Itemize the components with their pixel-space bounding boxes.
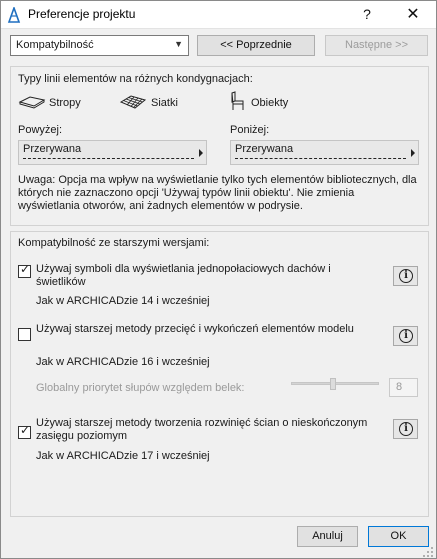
category-label-meshes: Siatki: [151, 97, 178, 109]
info-button[interactable]: i: [393, 419, 418, 439]
column-priority-slider-thumb[interactable]: [330, 378, 336, 390]
mesh-icon: [119, 95, 147, 109]
checkmark-icon: ✓: [20, 262, 31, 276]
triangle-right-icon: [411, 149, 415, 157]
below-line-type-select[interactable]: Przerywana: [230, 140, 419, 165]
above-line-type-value: Przerywana: [23, 143, 82, 155]
ok-button[interactable]: OK: [368, 526, 429, 547]
slab-icon: [18, 96, 46, 109]
window-title: Preferencje projektu: [28, 7, 136, 21]
below-line-type-value: Przerywana: [235, 143, 294, 155]
legacy-elevations-checkbox[interactable]: ✓: [18, 423, 31, 439]
info-icon: i: [399, 269, 413, 283]
preferences-dialog: Preferencje projektu ? ✕ Kompatybilność …: [0, 0, 437, 559]
object-chair-icon: [231, 91, 244, 110]
dashed-line-preview: [23, 158, 194, 159]
resize-grip-icon[interactable]: [422, 546, 434, 558]
checkmark-icon: ✓: [20, 423, 31, 437]
column-priority-label: Globalny priorytet słupów względem belek…: [36, 382, 245, 394]
category-label-objects: Obiekty: [251, 97, 289, 109]
legacy-elevations-version-note: Jak w ARCHICADzie 17 i wcześniej: [36, 450, 210, 462]
below-label: Poniżej:: [230, 124, 270, 136]
legacy-intersection-checkbox[interactable]: [18, 328, 31, 341]
dashed-line-preview: [235, 158, 406, 159]
help-button[interactable]: ?: [344, 1, 390, 29]
roof-symbols-checkbox[interactable]: ✓: [18, 262, 31, 278]
above-label: Powyżej:: [18, 124, 63, 136]
info-button[interactable]: i: [393, 326, 418, 346]
roof-symbols-version-note: Jak w ARCHICADzie 14 i wcześniej: [36, 295, 210, 307]
chevron-down-icon: ▼: [174, 39, 183, 49]
triangle-right-icon: [199, 149, 203, 157]
next-page-button[interactable]: Następne >>: [325, 35, 428, 56]
roof-symbols-label: Używaj symboli dla wyświetlania jednopoł…: [36, 263, 331, 288]
legacy-elevations-label: Używaj starszej metody tworzenia rozwini…: [36, 417, 368, 442]
category-label-slabs: Stropy: [49, 97, 81, 109]
info-icon: i: [399, 422, 413, 436]
close-button[interactable]: ✕: [390, 1, 436, 29]
legacy-intersection-label: Używaj starszej metody przecięć i wykońc…: [36, 323, 354, 335]
line-types-heading: Typy linii elementów na różnych kondygna…: [18, 73, 253, 85]
info-icon: i: [399, 329, 413, 343]
page-select[interactable]: Kompatybilność ▼: [10, 35, 189, 56]
line-types-note: Uwaga: Opcja ma wpływ na wyświetlanie ty…: [18, 174, 417, 212]
compatibility-heading: Kompatybilność ze starszymi wersjami:: [18, 237, 210, 249]
previous-page-button[interactable]: << Poprzednie: [197, 35, 315, 56]
title-bar: Preferencje projektu ? ✕: [1, 1, 436, 29]
info-button[interactable]: i: [393, 266, 418, 286]
page-select-value: Kompatybilność: [16, 39, 94, 51]
legacy-intersection-version-note: Jak w ARCHICADzie 16 i wcześniej: [36, 356, 210, 368]
column-priority-value-field[interactable]: 8: [389, 378, 418, 397]
cancel-button[interactable]: Anuluj: [297, 526, 358, 547]
above-line-type-select[interactable]: Przerywana: [18, 140, 207, 165]
archicad-app-icon: [7, 7, 21, 23]
